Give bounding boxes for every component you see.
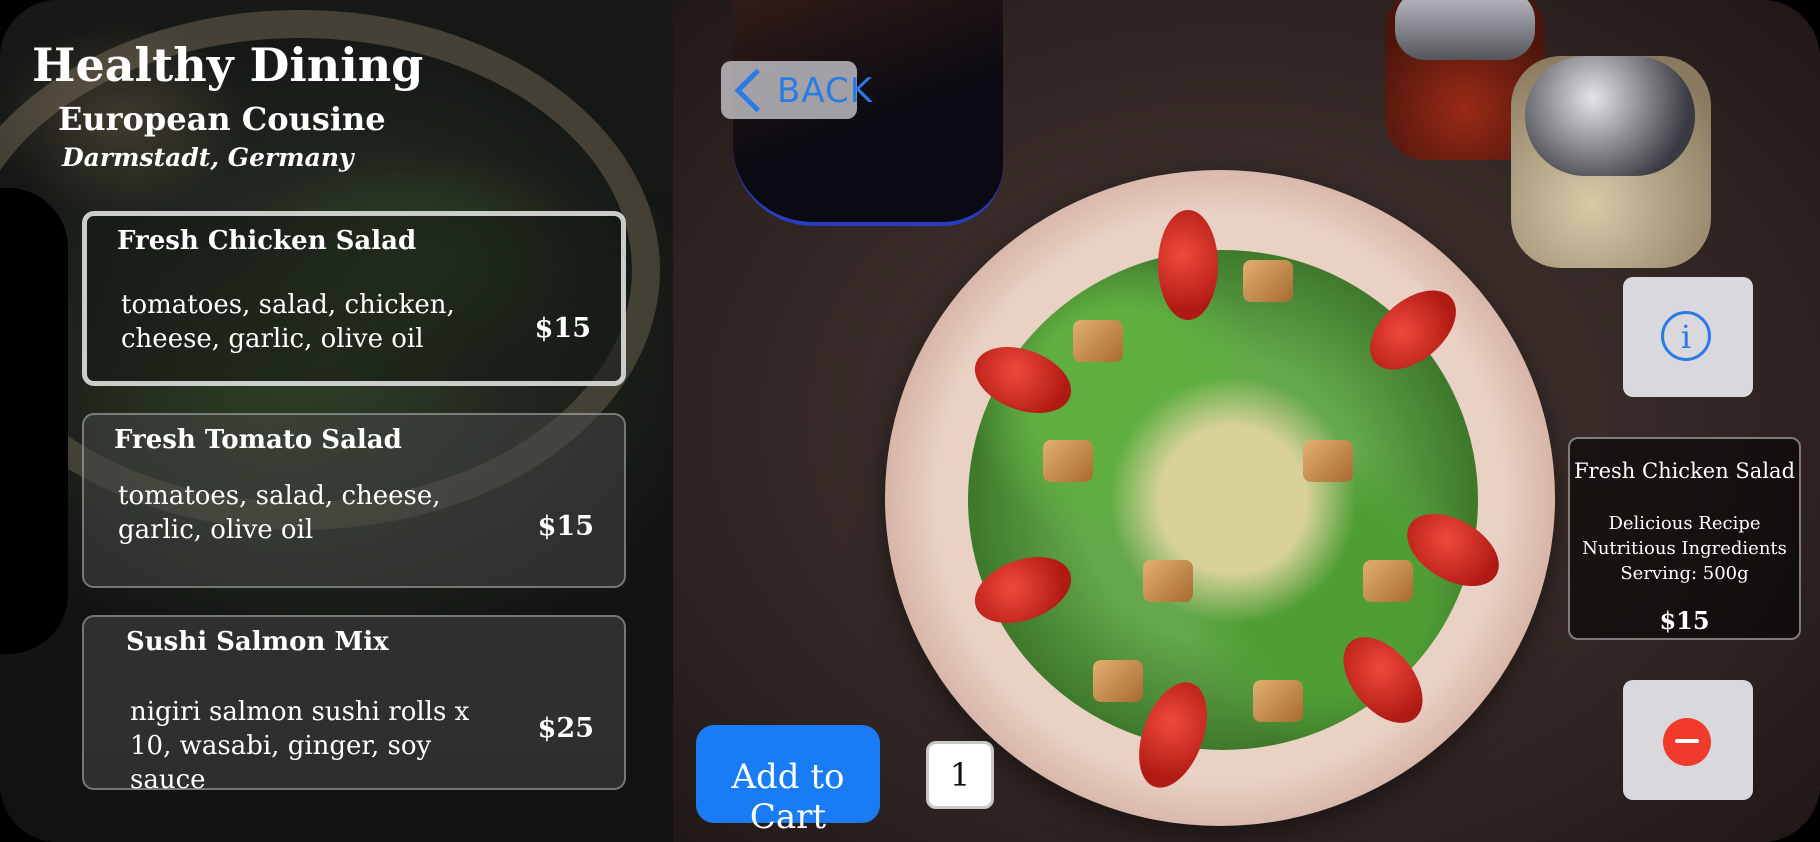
menu-item-card[interactable]: Sushi Salmon Mix nigiri salmon sushi rol… [82, 615, 626, 795]
menu-item-price: $25 [537, 713, 594, 744]
menu-panel: Healthy Dining European Cousine Darmstad… [0, 0, 673, 842]
menu-item-card[interactable]: Fresh Chicken Salad tomatoes, salad, chi… [82, 211, 626, 386]
restaurant-location: Darmstadt, Germany [62, 143, 354, 172]
cuisine-subtitle: European Cousine [58, 100, 386, 138]
detail-dish-name: Fresh Chicken Salad [1573, 459, 1796, 483]
restaurant-title: Healthy Dining [32, 38, 424, 92]
add-to-cart-button[interactable]: Add to Cart [696, 725, 880, 837]
menu-item-description: tomatoes, salad, cheese, garlic, olive o… [118, 481, 441, 545]
menu-item-description: tomatoes, salad, chicken, cheese, garlic… [121, 290, 455, 354]
menu-item-price: $15 [534, 313, 591, 344]
info-icon: i [1661, 311, 1711, 361]
menu-item-price: $15 [537, 511, 594, 542]
menu-item-name: Fresh Chicken Salad [117, 226, 417, 256]
back-button[interactable]: BACK [721, 61, 872, 119]
detail-price: $15 [1659, 606, 1710, 635]
detail-line: Delicious Recipe [1608, 513, 1761, 534]
menu-item-card[interactable]: Fresh Tomato Salad tomatoes, salad, chee… [82, 413, 626, 588]
add-to-cart-label: Add to Cart [731, 757, 845, 837]
chevron-left-icon [734, 68, 779, 113]
app-screen: Healthy Dining European Cousine Darmstad… [0, 0, 1820, 842]
menu-item-name: Fresh Tomato Salad [114, 425, 402, 455]
menu-item-description: nigiri salmon sushi rolls x 10, wasabi, … [130, 697, 470, 795]
detail-line: Nutritious Ingredients [1582, 538, 1787, 559]
detail-line: Serving: 500g [1620, 563, 1749, 584]
dish-photo-area: BACK i Fresh Chicken Salad Delicious Rec… [673, 0, 1820, 842]
quantity-field[interactable]: 1 [926, 741, 994, 809]
salt-shaker [1511, 56, 1711, 268]
back-button-label: BACK [777, 71, 874, 111]
info-button[interactable]: i [1623, 277, 1753, 397]
device-notch [0, 188, 68, 654]
minus-circle-icon [1663, 718, 1711, 766]
menu-item-name: Sushi Salmon Mix [126, 627, 389, 657]
dish-detail-card: Fresh Chicken Salad Delicious Recipe Nut… [1568, 437, 1801, 640]
remove-button[interactable] [1623, 680, 1753, 800]
